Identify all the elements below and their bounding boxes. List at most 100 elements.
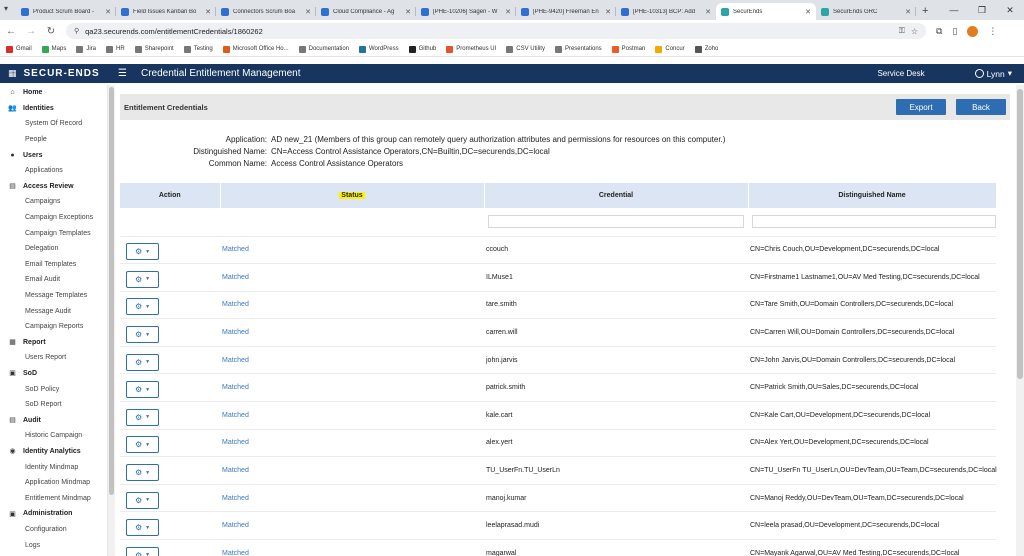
tab-close-icon[interactable]: ✕ <box>805 8 811 16</box>
new-tab-button[interactable]: + <box>916 3 934 20</box>
sidebar-item-sod[interactable]: ▣ SoD <box>0 366 107 382</box>
sidebar-item-campaign-exceptions[interactable]: Campaign Exceptions <box>0 210 107 226</box>
bookmark-item[interactable]: CSV Utility <box>506 45 545 53</box>
export-button[interactable]: Export <box>896 99 946 115</box>
minimize-icon[interactable]: — <box>940 5 968 15</box>
row-status-link[interactable]: Matched <box>220 429 484 458</box>
sidebar-item-configuration[interactable]: Configuration <box>0 522 107 538</box>
browser-tab[interactable]: SecurEnds GRC ✕ <box>816 3 916 20</box>
row-action-button[interactable]: ⚙ ▼ <box>126 519 159 537</box>
sidebar-item-campaign-reports[interactable]: Campaign Reports <box>0 319 107 335</box>
bookmark-item[interactable]: Zoho <box>694 45 718 53</box>
sidebar-item-identities[interactable]: 👥 Identities <box>0 101 107 117</box>
row-status-link[interactable]: Matched <box>220 511 484 541</box>
sidebar-item-logs[interactable]: Logs <box>0 537 107 553</box>
service-desk-link[interactable]: Service Desk <box>877 69 924 78</box>
sidebar-item-entitlement-mindmap[interactable]: Entitlement Mindmap <box>0 490 107 506</box>
sidebar-item-home[interactable]: ⌂ Home <box>0 85 107 101</box>
browser-tab[interactable]: Product Scrum Board - ✕ <box>16 3 116 20</box>
sidebar-item-email-audit[interactable]: Email Audit <box>0 272 107 288</box>
app-logo[interactable]: ▦ SECUR-ENDS <box>0 68 108 79</box>
bookmark-item[interactable]: Jira <box>76 45 96 53</box>
row-action-button[interactable]: ⚙ ▼ <box>126 381 159 399</box>
row-status-link[interactable]: Matched <box>220 456 484 485</box>
tab-close-icon[interactable]: ✕ <box>405 8 411 16</box>
back-button[interactable]: Back <box>956 99 1006 115</box>
col-header-action[interactable]: Action <box>120 183 221 208</box>
bookmark-item[interactable]: Postman <box>611 45 645 53</box>
sidebar-item-identity-mindmap[interactable]: Identity Mindmap <box>0 459 107 475</box>
row-action-button[interactable]: ⚙ ▼ <box>126 546 159 556</box>
sidebar-item-identity-analytics[interactable]: ◉ Identity Analytics <box>0 444 107 460</box>
sidebar-item-system-of-record[interactable]: System Of Record <box>0 116 107 132</box>
sidebar-item-campaigns[interactable]: Campaigns <box>0 194 107 210</box>
browser-tab[interactable]: Connectors Scrum Boa ✕ <box>216 3 316 20</box>
sidebar-item-report[interactable]: ▦ Report <box>0 335 107 351</box>
row-action-button[interactable]: ⚙ ▼ <box>126 298 159 316</box>
bookmark-item[interactable]: Concur <box>655 45 685 53</box>
url-input[interactable]: ⚲ qa23.securends.com/entitlementCredenti… <box>66 23 926 39</box>
browser-tab[interactable]: [PHE-10313] BCP: Add ✕ <box>616 3 716 20</box>
row-status-link[interactable]: Matched <box>220 291 484 320</box>
row-action-button[interactable]: ⚙ ▼ <box>126 464 159 482</box>
sidebar-item-access-review[interactable]: ▤ Access Review <box>0 179 107 195</box>
site-info-icon[interactable]: ⚲ <box>74 27 79 35</box>
bookmark-item[interactable]: Prometheus UI <box>446 45 496 53</box>
sidebar-item-campaign-templates[interactable]: Campaign Templates <box>0 225 107 241</box>
row-action-button[interactable]: ⚙ ▼ <box>126 353 159 371</box>
page-scroll-thumb[interactable] <box>1017 89 1023 379</box>
forward-arrow-icon[interactable]: → <box>26 26 36 37</box>
credential-filter-input[interactable] <box>488 215 744 229</box>
tab-close-icon[interactable]: ✕ <box>605 8 611 16</box>
col-header-credential[interactable]: Credential <box>484 183 749 208</box>
row-status-link[interactable]: Matched <box>220 373 484 403</box>
tab-close-icon[interactable]: ✕ <box>305 8 311 16</box>
row-status-link[interactable]: Matched <box>220 318 484 347</box>
browser-tab[interactable]: SecurEnds ✕ <box>716 3 816 20</box>
sidebar-item-delegation[interactable]: Delegation <box>0 241 107 257</box>
bookmark-item[interactable]: Documentation <box>298 45 349 53</box>
maximize-icon[interactable]: ❐ <box>968 5 996 16</box>
row-status-link[interactable]: Matched <box>220 236 484 265</box>
row-status-link[interactable]: Matched <box>220 346 484 375</box>
tab-close-icon[interactable]: ✕ <box>905 8 911 16</box>
row-action-button[interactable]: ⚙ ▼ <box>126 243 159 261</box>
sidebar-item-users-report[interactable]: Users Report <box>0 350 107 366</box>
bookmark-item[interactable]: Maps <box>41 45 66 53</box>
sidepanel-icon[interactable]: ▯ <box>952 26 957 37</box>
extensions-icon[interactable]: ⧉ <box>936 26 942 37</box>
profile-avatar[interactable] <box>967 25 979 37</box>
bookmark-item[interactable]: Github <box>408 45 436 53</box>
row-action-button[interactable]: ⚙ ▼ <box>126 436 159 454</box>
sidebar-scrollbar[interactable] <box>108 85 115 556</box>
col-header-distinguished-name[interactable]: Distinguished Name <box>748 183 997 208</box>
bookmark-item[interactable]: Gmail <box>6 45 32 53</box>
browser-tab[interactable]: [PHE-10206] Sagen - W ✕ <box>416 3 516 20</box>
sidebar-item-email-templates[interactable]: Email Templates <box>0 257 107 273</box>
row-status-link[interactable]: Matched <box>220 539 484 556</box>
browser-tab[interactable]: Cloud Compliance - Ag ✕ <box>316 3 416 20</box>
bookmark-item[interactable]: Testing <box>183 45 213 53</box>
tab-close-icon[interactable]: ✕ <box>505 8 511 16</box>
bookmark-item[interactable]: Microsoft Office Ho... <box>222 45 289 53</box>
sidebar-item-people[interactable]: People <box>0 132 107 148</box>
browser-menu-icon[interactable]: ⋮ <box>988 26 997 37</box>
close-window-icon[interactable]: ✕ <box>996 5 1024 16</box>
row-action-button[interactable]: ⚙ ▼ <box>126 270 159 288</box>
row-action-button[interactable]: ⚙ ▼ <box>126 408 159 426</box>
sidebar-item-audit[interactable]: ▤ Audit <box>0 412 107 428</box>
row-status-link[interactable]: Matched <box>220 401 484 430</box>
back-arrow-icon[interactable]: ← <box>6 26 16 37</box>
col-header-status[interactable]: Status <box>220 183 485 208</box>
password-key-icon[interactable]: ⚿ <box>899 26 905 36</box>
bookmark-item[interactable]: Presentations <box>554 45 602 53</box>
tab-close-icon[interactable]: ✕ <box>105 8 111 16</box>
bookmark-item[interactable]: WordPress <box>359 45 399 53</box>
dn-filter-input[interactable] <box>752 215 996 229</box>
page-scrollbar[interactable] <box>1016 85 1024 556</box>
bookmark-item[interactable]: HR <box>106 45 125 53</box>
row-status-link[interactable]: Matched <box>220 263 484 292</box>
bookmark-item[interactable]: Sharepoint <box>134 45 174 53</box>
sidebar-item-application-mindmap[interactable]: Application Mindmap <box>0 475 107 491</box>
sidebar-item-users[interactable]: ● Users <box>0 147 107 163</box>
